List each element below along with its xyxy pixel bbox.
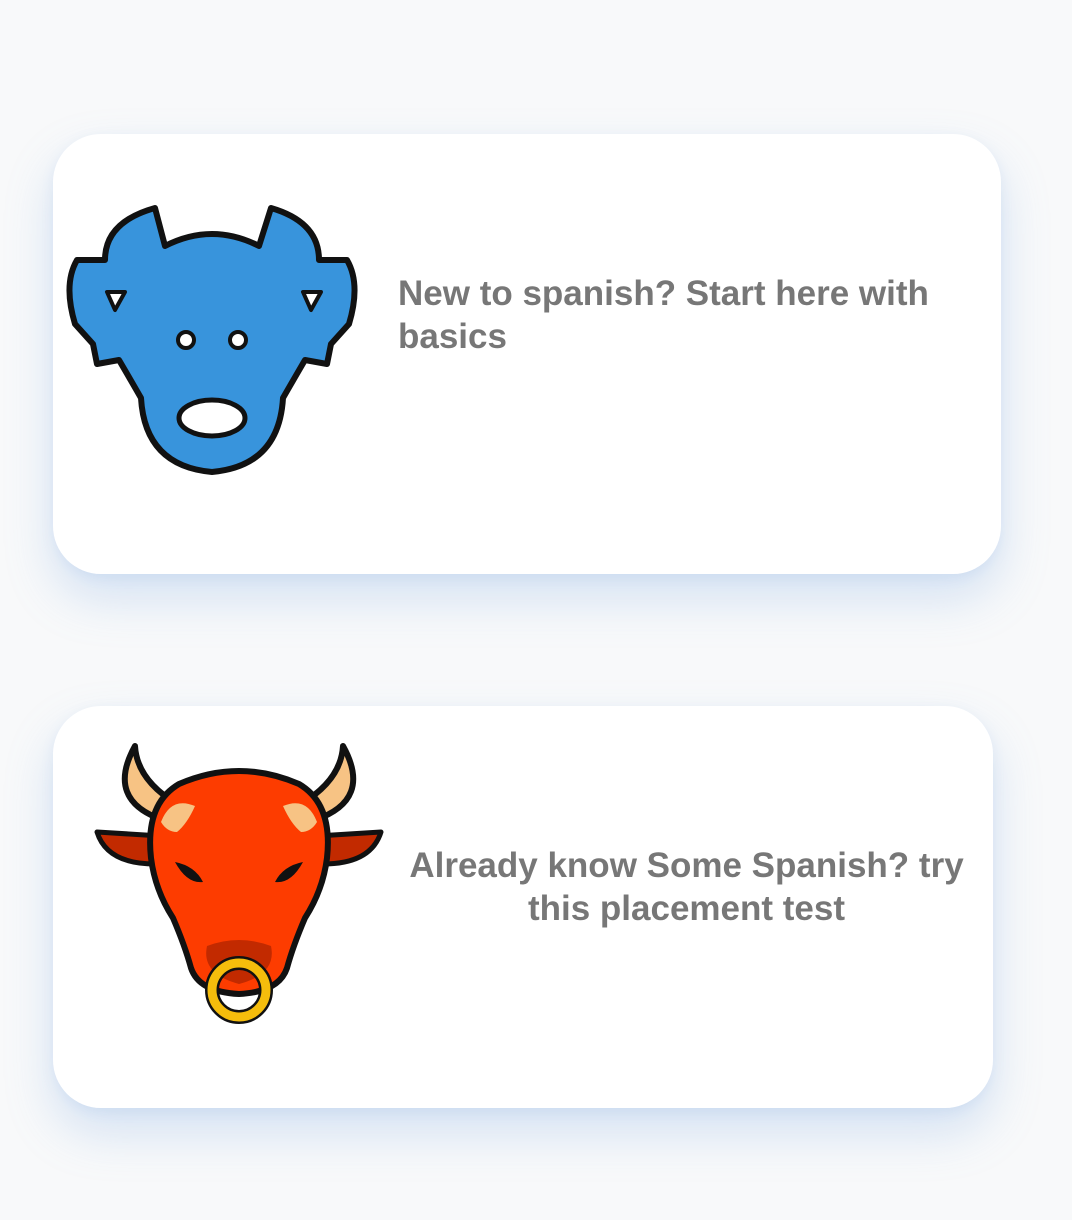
blue-bull-icon bbox=[66, 205, 358, 475]
placement-test-label: Already know Some Spanish? try this plac… bbox=[409, 846, 964, 928]
start-basics-card[interactable]: New to spanish? Start here with basics bbox=[53, 134, 1001, 574]
start-basics-label: New to spanish? Start here with basics bbox=[398, 274, 929, 356]
red-bull-icon bbox=[94, 743, 384, 1024]
placement-test-card[interactable]: Already know Some Spanish? try this plac… bbox=[53, 706, 993, 1108]
